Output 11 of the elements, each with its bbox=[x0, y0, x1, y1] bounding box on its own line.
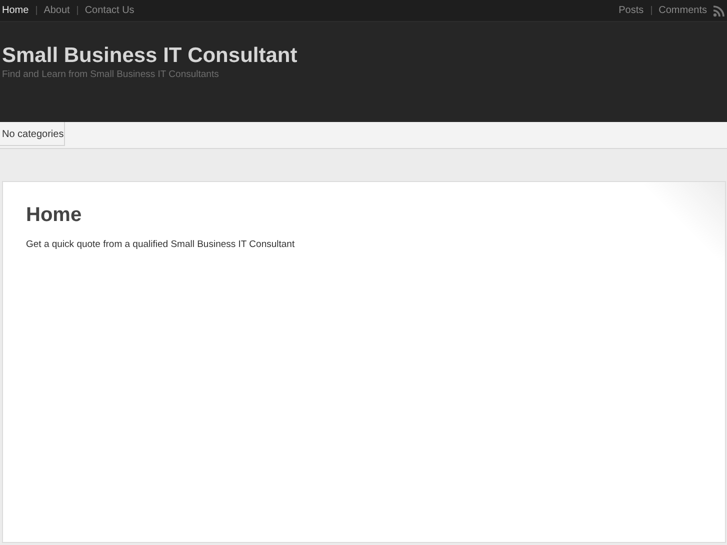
nav-link[interactable]: About bbox=[44, 5, 70, 16]
page-text: Get a quick quote from a qualified Small Business IT Consultant bbox=[26, 239, 296, 250]
nav-link[interactable]: Posts bbox=[618, 5, 644, 16]
page-heading: Home bbox=[26, 204, 83, 227]
rss-icon[interactable] bbox=[713, 4, 725, 16]
nav-link[interactable]: Home bbox=[2, 5, 29, 16]
site-tagline: Find and Learn from Small Business IT Consultants bbox=[2, 69, 220, 80]
nav-link[interactable]: Contact Us bbox=[84, 5, 134, 16]
nav-link[interactable]: Comments bbox=[658, 5, 707, 16]
site-title: Small Business IT Consultant bbox=[2, 44, 298, 68]
category-item: No categories bbox=[0, 122, 65, 146]
